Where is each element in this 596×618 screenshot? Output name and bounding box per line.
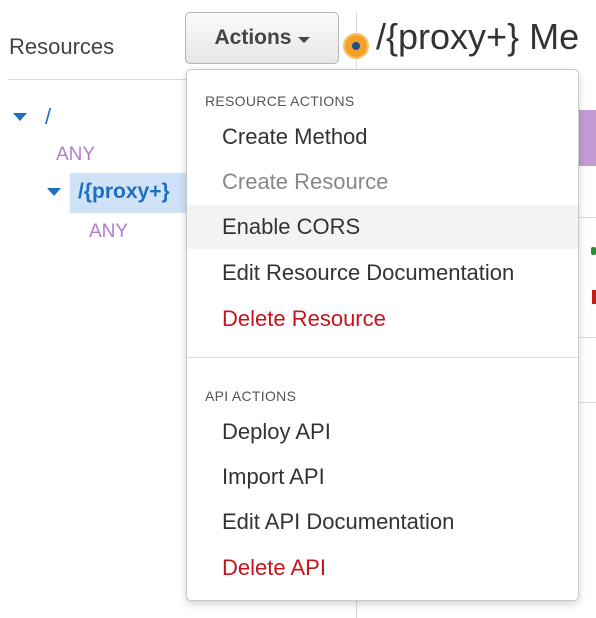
resources-heading: Resources bbox=[9, 34, 115, 59]
expand-caret-icon[interactable] bbox=[47, 188, 61, 196]
menu-divider bbox=[187, 357, 578, 358]
menu-item-edit-api-documentation[interactable]: Edit API Documentation bbox=[187, 500, 578, 544]
menu-item-import-api[interactable]: Import API bbox=[187, 455, 578, 499]
page-title: /{proxy+} Me bbox=[376, 16, 580, 57]
actions-button-label: Actions bbox=[214, 26, 292, 49]
tree-node-proxy[interactable]: /{proxy+} bbox=[47, 180, 170, 204]
chevron-down-icon bbox=[297, 36, 310, 43]
content-divider bbox=[578, 402, 596, 403]
actions-dropdown-menu: RESOURCE ACTIONS Create Method Create Re… bbox=[186, 69, 579, 601]
menu-section-heading-api: API ACTIONS bbox=[205, 388, 297, 404]
status-mark-red bbox=[592, 290, 596, 304]
resource-proxy-label[interactable]: /{proxy+} bbox=[78, 180, 170, 204]
resource-status-icon bbox=[343, 33, 369, 59]
method-any-proxy[interactable]: ANY bbox=[89, 221, 128, 243]
menu-item-delete-api[interactable]: Delete API bbox=[187, 546, 578, 590]
status-mark-green bbox=[591, 247, 596, 255]
resources-divider bbox=[8, 79, 188, 80]
method-any-root[interactable]: ANY bbox=[56, 144, 95, 166]
menu-item-create-resource: Create Resource bbox=[222, 169, 389, 194]
tree-node-root[interactable]: / bbox=[13, 104, 51, 130]
content-divider bbox=[578, 337, 596, 338]
menu-item-create-method[interactable]: Create Method bbox=[187, 115, 578, 159]
content-divider bbox=[578, 217, 596, 218]
expand-caret-icon[interactable] bbox=[13, 113, 27, 121]
menu-item-delete-resource[interactable]: Delete Resource bbox=[187, 297, 578, 341]
menu-section-heading-resource: RESOURCE ACTIONS bbox=[205, 93, 355, 109]
menu-item-deploy-api[interactable]: Deploy API bbox=[187, 410, 578, 454]
resource-root-label[interactable]: / bbox=[45, 104, 51, 130]
actions-button[interactable]: Actions bbox=[185, 12, 339, 64]
menu-item-edit-resource-documentation[interactable]: Edit Resource Documentation bbox=[187, 251, 578, 295]
menu-item-enable-cors[interactable]: Enable CORS bbox=[187, 205, 578, 249]
method-block-edge bbox=[578, 110, 596, 166]
